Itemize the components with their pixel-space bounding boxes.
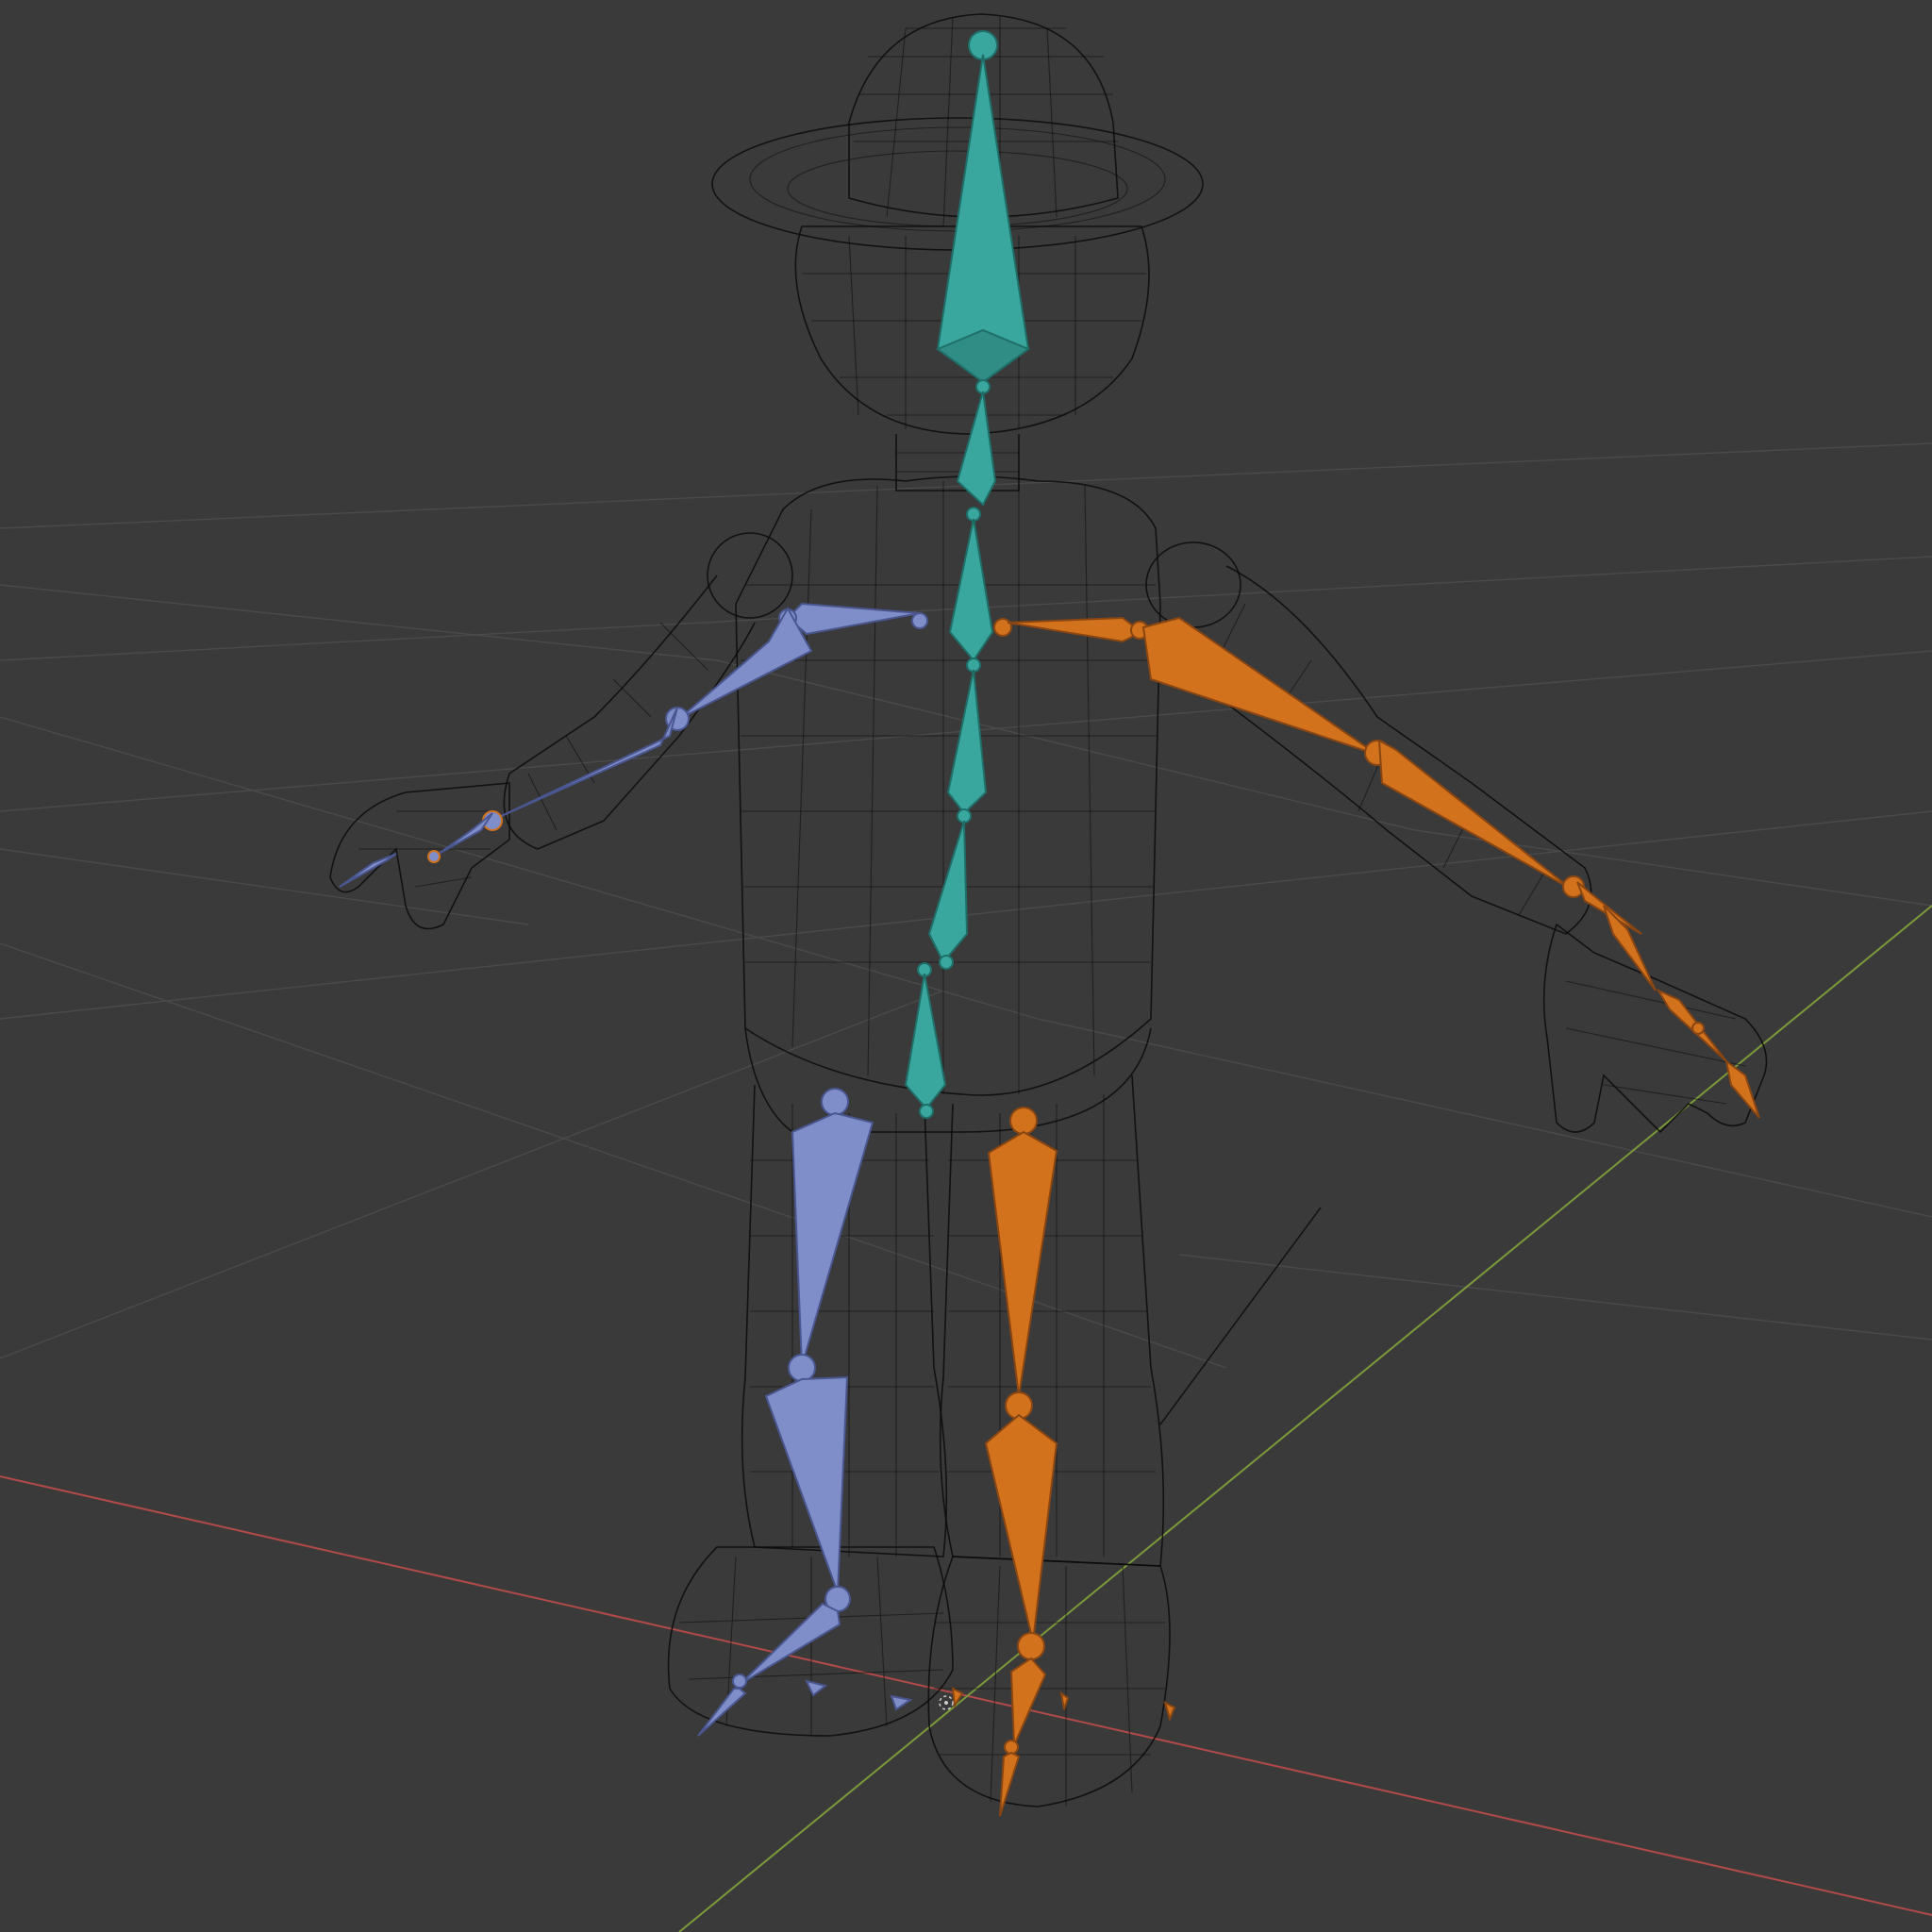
bone-spine1 bbox=[927, 820, 969, 964]
bone-left-upperarm bbox=[678, 606, 813, 720]
bone-left-finger bbox=[339, 853, 397, 888]
3d-cursor-icon[interactable] bbox=[939, 1695, 954, 1710]
bone-spine-joint bbox=[939, 955, 954, 970]
camera-line bbox=[1159, 1207, 1322, 1425]
bone-right-shin bbox=[984, 1413, 1058, 1642]
bone-right-toe bbox=[999, 1751, 1021, 1817]
bone-left-shoulder-joint bbox=[911, 612, 928, 629]
character-wireframe-mesh[interactable] bbox=[329, 13, 1768, 1807]
bone-right-upperarm bbox=[1141, 616, 1378, 756]
bone-chain-left-arm[interactable] bbox=[339, 602, 928, 888]
bone-right-thigh bbox=[987, 1130, 1058, 1397]
bone-right-heel-small-2 bbox=[1059, 1690, 1070, 1710]
bone-hips-end bbox=[919, 1104, 934, 1119]
x-axis-line bbox=[0, 1475, 1932, 1916]
bone-spine2 bbox=[946, 669, 988, 815]
3d-viewport[interactable] bbox=[0, 0, 1932, 1932]
bone-right-hand bbox=[1576, 881, 1642, 935]
bone-chain-right-arm[interactable] bbox=[993, 616, 1760, 1119]
bone-right-heel-small-3 bbox=[1163, 1701, 1176, 1722]
viewport-canvas[interactable] bbox=[0, 0, 1932, 1932]
bone-chain-left-leg[interactable] bbox=[697, 1088, 913, 1737]
y-axis-line bbox=[678, 905, 1932, 1932]
bone-neck bbox=[956, 391, 997, 507]
bone-right-finger-joint bbox=[1691, 1022, 1705, 1035]
bone-left-toe-joint bbox=[732, 1674, 747, 1689]
bone-right-finger1 bbox=[1603, 905, 1657, 991]
bone-hips bbox=[904, 973, 947, 1110]
bone-left-heel-small-2 bbox=[890, 1694, 913, 1711]
bone-left-thigh bbox=[791, 1111, 874, 1367]
bone-left-toe bbox=[697, 1688, 747, 1737]
world-axes bbox=[0, 905, 1932, 1932]
bone-right-forearm bbox=[1377, 739, 1572, 890]
bone-chain-center[interactable] bbox=[904, 30, 1031, 1119]
bone-chest bbox=[948, 518, 994, 662]
bone-left-heel-small bbox=[805, 1679, 828, 1697]
bone-left-foot bbox=[740, 1602, 841, 1685]
bone-right-shoulder-joint bbox=[993, 618, 1012, 637]
bone-right-foot bbox=[1009, 1657, 1047, 1746]
bone-left-hand bbox=[438, 812, 493, 855]
armature[interactable] bbox=[339, 30, 1760, 1817]
bone-right-ankle-joint bbox=[1017, 1632, 1045, 1660]
bone-left-shoulder bbox=[786, 602, 921, 636]
bone-left-shin bbox=[764, 1375, 849, 1593]
bone-right-finger3 bbox=[1724, 1058, 1760, 1119]
bone-right-thigh-joint bbox=[1009, 1107, 1038, 1135]
bone-right-shoulder bbox=[1007, 616, 1143, 643]
bone-left-knee-joint bbox=[788, 1354, 816, 1382]
bone-left-finger-joint bbox=[427, 850, 441, 863]
bone-left-thigh-joint bbox=[821, 1088, 849, 1116]
